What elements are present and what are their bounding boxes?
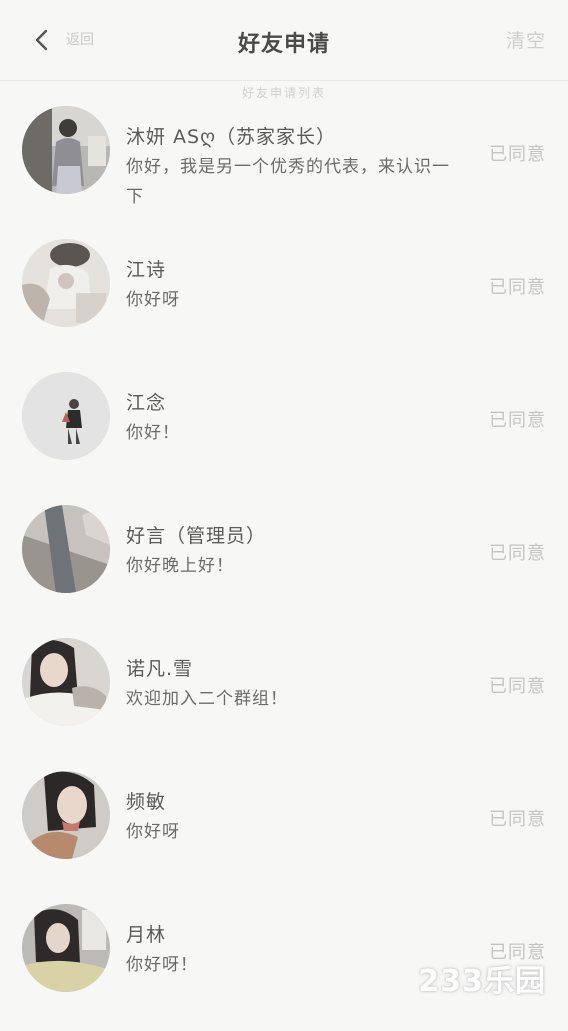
- status-label: 已同意: [489, 410, 546, 431]
- page-title: 好友申请: [237, 32, 330, 57]
- list-subtitle: 好友申请列表: [241, 86, 326, 100]
- request-message: 你好晚上好！: [126, 556, 234, 576]
- request-message: 你好呀: [126, 822, 180, 842]
- request-message: 你好呀！: [126, 955, 198, 975]
- requester-name: 诺凡.雪: [126, 658, 194, 680]
- watermark-logo: 233乐园: [418, 964, 546, 999]
- status-label: 已同意: [489, 543, 546, 564]
- status-label: 已同意: [489, 277, 546, 298]
- avatar[interactable]: [22, 106, 110, 194]
- list-item[interactable]: 好言（管理员） 你好晚上好！ 已同意: [0, 499, 568, 632]
- list-item[interactable]: 诺凡.雪 欢迎加入二个群组！ 已同意: [0, 632, 568, 765]
- avatar[interactable]: [22, 771, 110, 859]
- avatar[interactable]: [22, 505, 110, 593]
- request-message: 你好呀: [126, 290, 180, 310]
- avatar[interactable]: [22, 372, 110, 460]
- status-label: 已同意: [489, 144, 546, 165]
- clear-button[interactable]: 清空: [506, 26, 546, 53]
- list-item[interactable]: 频敏 你好呀 已同意: [0, 765, 568, 898]
- requester-name: 江念: [126, 392, 167, 414]
- top-bar: 返回 好友申请 清空: [0, 0, 568, 81]
- status-label: 已同意: [489, 676, 546, 697]
- request-message: 你好，我是另一个优秀的代表，来认识一下: [126, 157, 450, 207]
- avatar[interactable]: [22, 239, 110, 327]
- avatar[interactable]: [22, 904, 110, 992]
- requester-name: 沐妍 ASღ（苏家家长）: [126, 126, 337, 148]
- friend-request-list: 沐妍 ASღ（苏家家长） 你好，我是另一个优秀的代表，来认识一下 已同意 江诗 …: [0, 100, 568, 1031]
- request-message: 欢迎加入二个群组！: [126, 689, 288, 709]
- requester-name: 好言（管理员）: [126, 525, 267, 547]
- requester-name: 频敏: [126, 791, 167, 813]
- avatar[interactable]: [22, 638, 110, 726]
- list-item[interactable]: 江念 你好！ 已同意: [0, 366, 568, 499]
- status-label: 已同意: [489, 809, 546, 830]
- list-item[interactable]: 江诗 你好呀 已同意: [0, 233, 568, 366]
- request-message: 你好！: [126, 423, 180, 443]
- requester-name: 月林: [126, 924, 167, 946]
- requester-name: 江诗: [126, 259, 167, 281]
- list-item[interactable]: 沐妍 ASღ（苏家家长） 你好，我是另一个优秀的代表，来认识一下 已同意: [0, 100, 568, 233]
